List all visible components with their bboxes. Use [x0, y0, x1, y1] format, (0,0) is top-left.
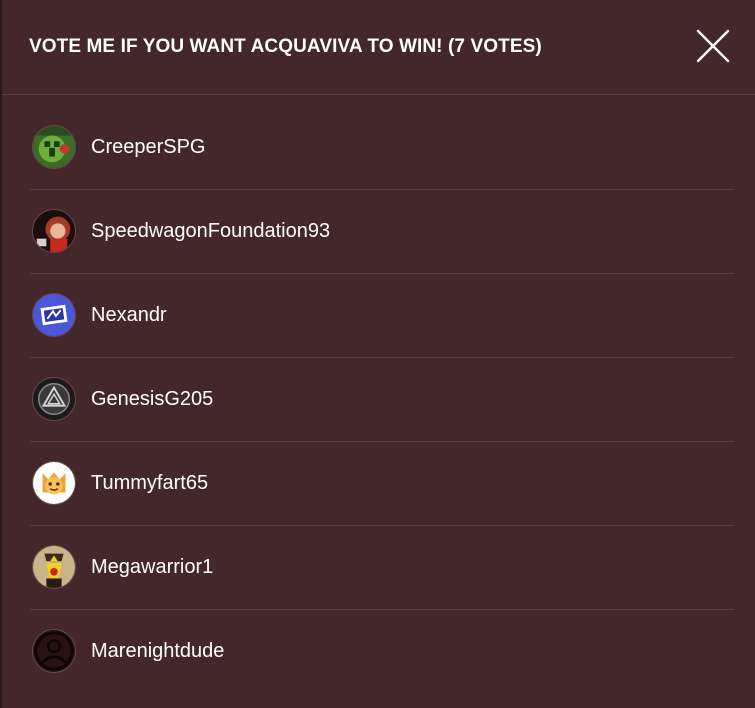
tummyfart-avatar-icon — [33, 462, 75, 504]
voter-username[interactable]: Megawarrior1 — [91, 556, 213, 579]
voter-username[interactable]: Marenightdude — [91, 640, 224, 663]
megawarrior-avatar-icon — [33, 546, 75, 588]
voter-username[interactable]: Nexandr — [91, 304, 167, 327]
voter-item[interactable]: Megawarrior1 — [30, 526, 734, 610]
avatar[interactable] — [32, 209, 76, 253]
voter-username[interactable]: Tummyfart65 — [91, 472, 208, 495]
voter-item[interactable]: GenesisG205 — [30, 358, 734, 442]
voter-username[interactable]: CreeperSPG — [91, 136, 206, 159]
nexandr-avatar-icon — [33, 294, 75, 336]
avatar[interactable] — [32, 629, 76, 673]
votes-modal: VOTE ME IF YOU WANT ACQUAVIVA TO WIN! (7… — [2, 0, 755, 708]
modal-title: VOTE ME IF YOU WANT ACQUAVIVA TO WIN! (7… — [29, 36, 542, 57]
voter-username[interactable]: SpeedwagonFoundation93 — [91, 220, 330, 243]
avatar[interactable] — [32, 545, 76, 589]
genesis-avatar-icon — [33, 378, 75, 420]
modal-header: VOTE ME IF YOU WANT ACQUAVIVA TO WIN! (7… — [2, 0, 755, 95]
voter-item[interactable]: Marenightdude — [30, 610, 734, 694]
voter-username[interactable]: GenesisG205 — [91, 388, 213, 411]
creeper-avatar-icon — [33, 126, 75, 168]
voter-item[interactable]: CreeperSPG — [30, 106, 734, 190]
speedwagon-avatar-icon — [33, 210, 75, 252]
voter-list: CreeperSPG SpeedwagonFoundation93 Nexand… — [30, 106, 734, 694]
close-icon — [696, 29, 730, 63]
voter-item[interactable]: Tummyfart65 — [30, 442, 734, 526]
avatar[interactable] — [32, 293, 76, 337]
default-user-icon — [33, 630, 75, 672]
voter-item[interactable]: SpeedwagonFoundation93 — [30, 190, 734, 274]
close-button[interactable] — [694, 27, 732, 65]
avatar[interactable] — [32, 125, 76, 169]
avatar[interactable] — [32, 461, 76, 505]
avatar[interactable] — [32, 377, 76, 421]
voter-item[interactable]: Nexandr — [30, 274, 734, 358]
